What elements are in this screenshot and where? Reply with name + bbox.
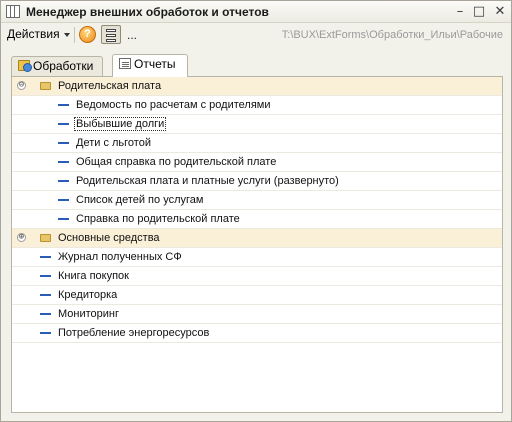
list-view-button[interactable]	[101, 25, 121, 44]
tree-item-row[interactable]: Выбывшие долги	[12, 115, 502, 134]
tree-item-row[interactable]: Общая справка по родительской плате	[12, 153, 502, 172]
report-item-icon	[58, 218, 69, 220]
selected-item-label: Выбывшие долги	[73, 117, 167, 131]
window-title: Менеджер внешних обработок и отчетов	[26, 5, 269, 19]
tab-label: Обработки	[33, 59, 94, 73]
folder-icon	[40, 82, 51, 90]
report-item-icon	[40, 294, 51, 296]
tree-item-row[interactable]: Список детей по услугам	[12, 191, 502, 210]
actions-menu-button[interactable]: Действия	[7, 27, 70, 41]
collapse-icon[interactable]: ⊖	[17, 81, 26, 90]
tree-item-row[interactable]: Потребление энергоресурсов	[12, 324, 502, 343]
tree-item-label: Родительская плата и платные услуги (раз…	[76, 175, 339, 187]
tree-item-row[interactable]: Ведомость по расчетам с родителями	[12, 96, 502, 115]
tree-item-row[interactable]: Родительская плата и платные услуги (раз…	[12, 172, 502, 191]
tree-item-label: Журнал полученных СФ	[58, 251, 182, 263]
minimize-button[interactable]: –	[452, 4, 468, 20]
actions-label: Действия	[7, 27, 60, 41]
tree-group-row[interactable]: ⊖ Родительская плата	[12, 77, 502, 96]
tree-item-label: Дети с льготой	[76, 137, 151, 149]
tree-group-label: Основные средства	[58, 232, 160, 244]
report-item-icon	[58, 142, 69, 144]
more-button[interactable]: ...	[127, 28, 137, 42]
report-item-icon	[58, 123, 69, 125]
tree-item-label: Потребление энергоресурсов	[58, 327, 210, 339]
title-bar[interactable]: Менеджер внешних обработок и отчетов – □…	[1, 1, 511, 23]
folder-icon	[40, 234, 51, 242]
report-item-icon	[40, 313, 51, 315]
tree-item-row[interactable]: Мониторинг	[12, 305, 502, 324]
tree-group-label: Родительская плата	[58, 80, 162, 92]
folder-path: T:\BUX\ExtForms\Обработки_Ильи\Рабочие	[281, 29, 503, 41]
tab-label: Отчеты	[134, 57, 176, 71]
report-item-icon	[58, 161, 69, 163]
close-button[interactable]: ✕	[492, 4, 508, 20]
manager-window: Менеджер внешних обработок и отчетов – □…	[0, 0, 512, 422]
expand-icon[interactable]: ⊕	[17, 233, 26, 242]
table-icon	[6, 5, 20, 18]
reports-tree[interactable]: ⊖ Родительская плата Ведомость по расчетам…	[11, 76, 503, 413]
report-item-icon	[40, 256, 51, 258]
list-row-icon	[106, 34, 116, 37]
toolbar: Действия ? ... T:\BUX\ExtForms\Обработки…	[1, 24, 511, 46]
maximize-button[interactable]: □	[471, 4, 487, 20]
tree-item-label: Мониторинг	[58, 308, 120, 320]
tree-item-row[interactable]: Кредиторка	[12, 286, 502, 305]
tree-item-row[interactable]: Книга покупок	[12, 267, 502, 286]
dropdown-caret-icon	[63, 32, 70, 37]
report-item-icon	[58, 104, 69, 106]
report-item-icon	[40, 332, 51, 334]
tab-reports[interactable]: Отчеты	[112, 54, 188, 77]
report-item-icon	[58, 180, 69, 182]
tab-strip: Обработки Отчеты	[11, 54, 311, 77]
tree-item-label: Кредиторка	[58, 289, 118, 301]
tree-group-row[interactable]: ⊕ Основные средства	[12, 229, 502, 248]
tree-item-row[interactable]: Журнал полученных СФ	[12, 248, 502, 267]
tab-processing[interactable]: Обработки	[11, 56, 103, 76]
report-icon	[119, 58, 131, 69]
report-item-icon	[40, 275, 51, 277]
toolbar-separator	[74, 27, 75, 43]
processing-icon	[18, 60, 32, 72]
report-item-icon	[58, 199, 69, 201]
list-row-icon	[106, 29, 116, 32]
list-row-icon	[106, 39, 116, 42]
tree-item-label: Общая справка по родительской плате	[76, 156, 277, 168]
tree-item-row[interactable]: Дети с льготой	[12, 134, 502, 153]
tree-item-label: Справка по родительской плате	[76, 213, 240, 225]
tree-item-row[interactable]: Справка по родительской плате	[12, 210, 502, 229]
help-button[interactable]: ?	[79, 26, 96, 43]
tree-item-label: Книга покупок	[58, 270, 129, 282]
tree-item-label: Ведомость по расчетам с родителями	[76, 99, 271, 111]
tree-item-label: Список детей по услугам	[76, 194, 204, 206]
